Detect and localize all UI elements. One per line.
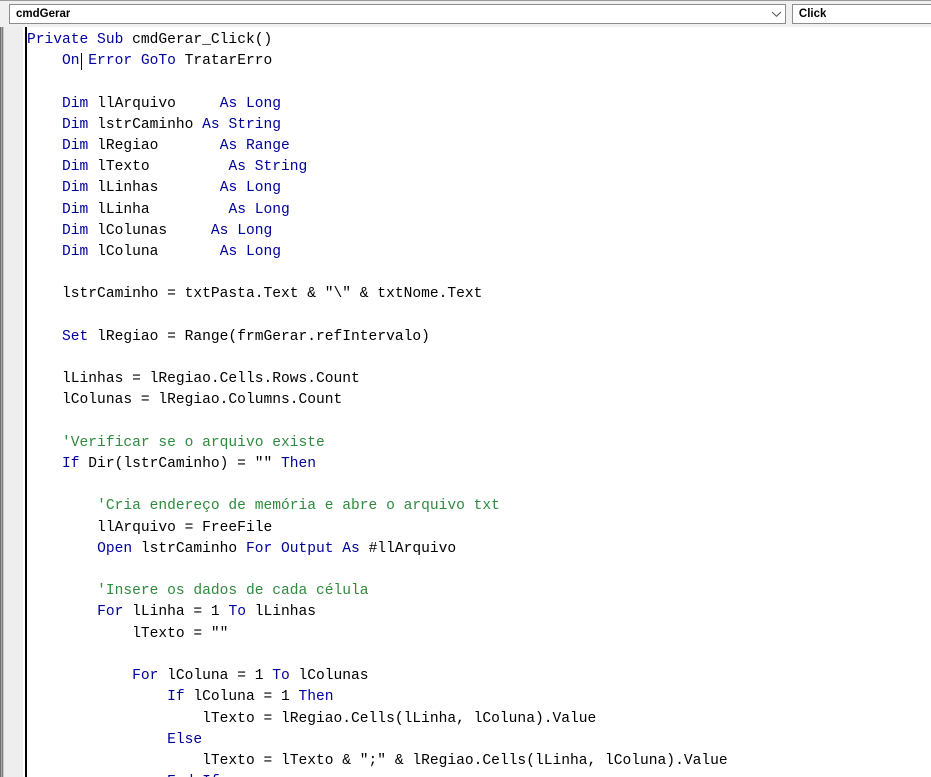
vba-code-editor-window: cmdGerar Click Private Sub cmdGerar_Clic… <box>0 0 931 777</box>
procedure-combo-value: Click <box>798 8 827 20</box>
code-pane[interactable]: Private Sub cmdGerar_Click() On Error Go… <box>0 27 931 777</box>
procedure-combo[interactable]: Click <box>791 4 931 24</box>
margin-indicator-bar[interactable] <box>0 27 23 777</box>
editor-combo-bar: cmdGerar Click <box>0 0 931 27</box>
vba-source-code[interactable]: Private Sub cmdGerar_Click() On Error Go… <box>27 30 728 777</box>
text-caret <box>81 53 82 70</box>
gutter-edge-line <box>3 27 4 777</box>
object-combo-value: cmdGerar <box>16 8 71 20</box>
object-combo[interactable]: cmdGerar <box>9 4 786 24</box>
code-text-area[interactable]: Private Sub cmdGerar_Click() On Error Go… <box>27 27 931 777</box>
chevron-down-icon[interactable] <box>768 5 785 23</box>
